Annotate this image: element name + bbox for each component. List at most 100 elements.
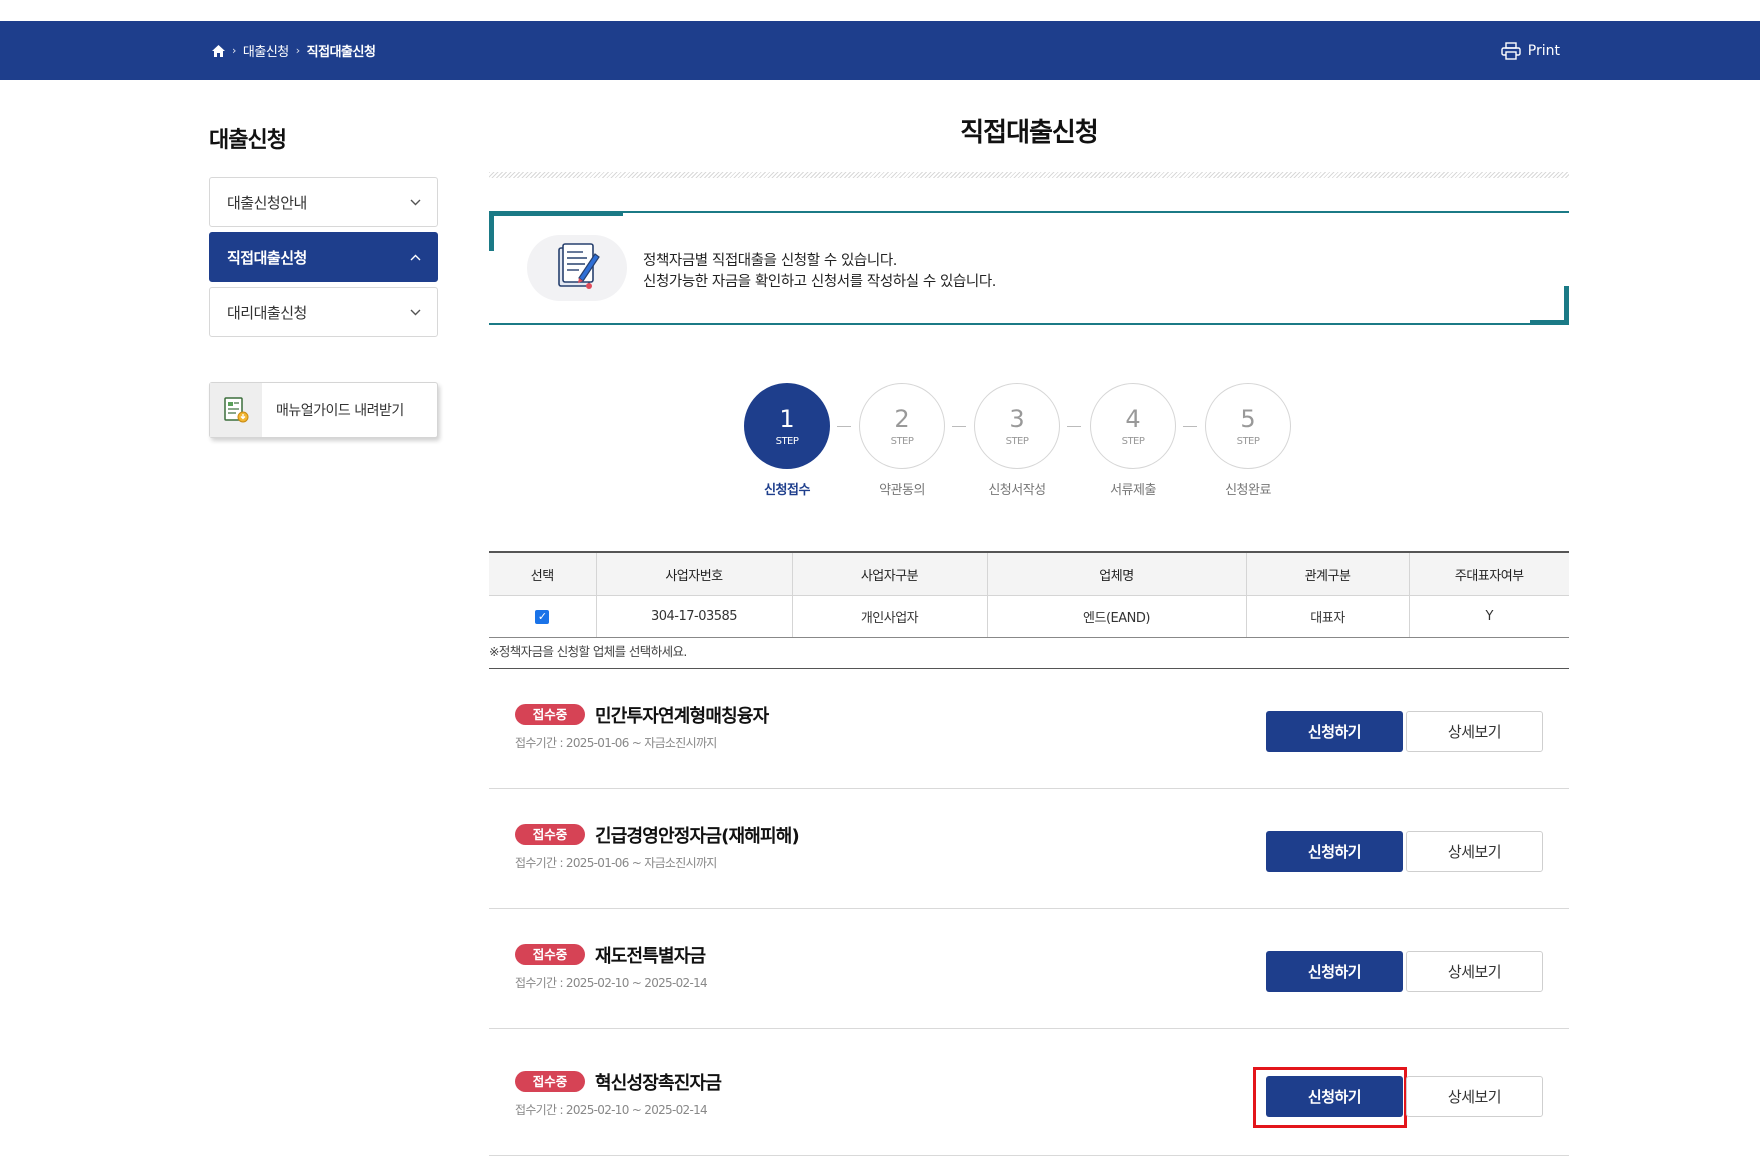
notice-corner [489,211,494,251]
application-form-icon [527,235,627,301]
step-indicator: 1 STEP 신청접수 2 STEP 약관동의 3 STEP 신청서작성 4 S… [744,383,1304,503]
table-cell: Y [1409,595,1569,638]
list-item: 접수중 민간투자연계형매칭융자 접수기간 : 2025-01-06 ~ 자금소진… [489,669,1569,789]
apply-button[interactable]: 신청하기 [1266,831,1403,872]
company-select-checkbox[interactable]: ✓ [535,609,550,624]
notice-box: 정책자금별 직접대출을 신청할 수 있습니다. 신청가능한 자금을 확인하고 신… [489,211,1569,325]
table-cell: 304-17-03585 [596,595,793,638]
step-number: 4 [1125,404,1141,433]
column-header: 주대표자여부 [1409,551,1569,596]
list-item: 접수중 재도전특별자금 접수기간 : 2025-02-10 ~ 2025-02-… [489,909,1569,1029]
step-circle: 2 STEP [859,383,945,469]
detail-button[interactable]: 상세보기 [1406,711,1543,752]
step-connector [1067,426,1081,427]
select-cell: ✓ [489,595,597,638]
print-label: Print [1527,42,1560,59]
step-number: 1 [779,404,795,433]
table-cell: 엔드(EAND) [987,595,1247,638]
breadcrumb-separator-icon: › [295,44,300,57]
step-label: 신청완료 [1225,483,1271,498]
step-circle: 4 STEP [1090,383,1176,469]
step-connector [837,426,851,427]
step-caption: STEP [890,435,914,447]
breadcrumb-current: 직접대출신청 [306,45,376,60]
column-header: 선택 [489,551,597,596]
step-caption: STEP [1236,435,1260,447]
status-badge: 접수중 [515,824,585,845]
table-cell: 대표자 [1246,595,1410,638]
manual-download-label: 매뉴얼가이드 내려받기 [276,403,404,419]
detail-button[interactable]: 상세보기 [1406,831,1543,872]
step-caption: STEP [1121,435,1145,447]
step-circle: 5 STEP [1205,383,1291,469]
status-badge: 접수중 [515,704,585,725]
fund-title: 긴급경영안정자금(재해피해) [595,826,800,847]
title-divider [489,172,1569,178]
step-number: 5 [1240,404,1256,433]
notice-line: 신청가능한 자금을 확인하고 신청서를 작성하실 수 있습니다. [643,274,996,290]
step-caption: STEP [775,435,799,447]
breadcrumb-item[interactable]: 대출신청 [243,41,289,60]
step-label: 서류제출 [1110,483,1156,498]
status-badge: 접수중 [515,944,585,965]
notice-line: 정책자금별 직접대출을 신청할 수 있습니다. [643,253,897,269]
printer-icon [1501,41,1521,60]
fund-list: 접수중 민간투자연계형매칭융자 접수기간 : 2025-01-06 ~ 자금소진… [489,669,1569,1156]
column-header: 사업자구분 [792,551,988,596]
column-header: 관계구분 [1246,551,1410,596]
detail-button[interactable]: 상세보기 [1406,1076,1543,1117]
step-number: 3 [1009,404,1025,433]
print-button[interactable]: Print [1501,21,1560,80]
chevron-down-icon [410,196,421,209]
table-cell: 개인사업자 [792,595,988,638]
manual-download-button[interactable]: 매뉴얼가이드 내려받기 [209,382,438,438]
notice-border-top [489,211,1569,213]
sidebar-item-label: 대출신청안내 [227,193,307,212]
sidebar-item-loan-guide[interactable]: 대출신청안내 [209,177,438,227]
step-label: 약관동의 [879,483,925,498]
chevron-down-icon [410,306,421,319]
apply-button[interactable]: 신청하기 [1266,1076,1403,1117]
step-5: 5 STEP 신청완료 [1205,383,1291,498]
fund-period: 접수기간 : 2025-01-06 ~ 자금소진시까지 [515,856,717,870]
apply-button[interactable]: 신청하기 [1266,711,1403,752]
step-number: 2 [894,404,910,433]
list-item: 접수중 혁신성장촉진자금 접수기간 : 2025-02-10 ~ 2025-02… [489,1029,1569,1156]
sidebar-item-label: 대리대출신청 [227,303,307,322]
detail-button[interactable]: 상세보기 [1406,951,1543,992]
step-3: 3 STEP 신청서작성 [974,383,1060,498]
top-bar: › 대출신청 › 직접대출신청 Print [0,21,1760,80]
step-label: 신청서작성 [988,483,1046,498]
sidebar-item-label: 직접대출신청 [227,248,307,267]
sidebar-item-agent-loan[interactable]: 대리대출신청 [209,287,438,337]
step-circle: 1 STEP [744,383,830,469]
fund-period: 접수기간 : 2025-01-06 ~ 자금소진시까지 [515,736,717,750]
chevron-up-icon [410,251,421,264]
column-header: 업체명 [987,551,1247,596]
page-title: 직접대출신청 [960,118,1099,148]
step-4: 4 STEP 서류제출 [1090,383,1176,498]
home-icon[interactable] [212,44,225,57]
sidebar-menu: 대출신청안내 직접대출신청 대리대출신청 [209,177,438,342]
step-2: 2 STEP 약관동의 [859,383,945,498]
apply-button[interactable]: 신청하기 [1266,951,1403,992]
document-guide-icon [210,383,262,437]
fund-period: 접수기간 : 2025-02-10 ~ 2025-02-14 [515,1103,708,1117]
table-note: ※정책자금을 신청할 업체를 선택하세요. [489,644,687,659]
sidebar-item-direct-loan[interactable]: 직접대출신청 [209,232,438,282]
step-circle: 3 STEP [974,383,1060,469]
table-header-row: 선택 사업자번호 사업자구분 업체명 관계구분 주대표자여부 [489,551,1569,596]
sidebar-title: 대출신청 [209,128,287,153]
notice-corner [489,211,623,216]
fund-title: 혁신성장촉진자금 [595,1073,722,1094]
status-badge: 접수중 [515,1071,585,1092]
step-label: 신청접수 [764,483,810,498]
step-caption: STEP [1005,435,1029,447]
step-connector [1183,426,1197,427]
breadcrumb-separator-icon: › [232,44,236,57]
table-row: ✓ 304-17-03585 개인사업자 엔드(EAND) 대표자 Y [489,595,1569,638]
notice-corner [1564,286,1569,325]
fund-title: 민간투자연계형매칭융자 [595,706,769,727]
step-connector [952,426,966,427]
fund-title: 재도전특별자금 [595,946,706,967]
